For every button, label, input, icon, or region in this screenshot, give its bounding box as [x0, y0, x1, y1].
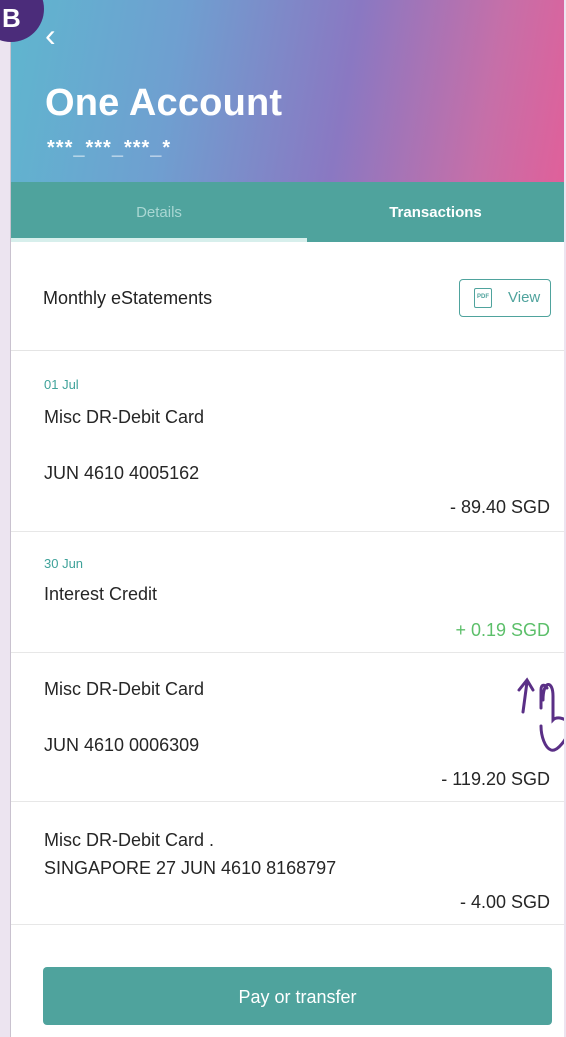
transaction-date: 30 Jun	[44, 556, 84, 571]
tab-bar: Details Transactions	[11, 182, 564, 242]
swipe-up-gesture-icon	[517, 677, 564, 752]
transaction-amount: - 119.20 SGD	[441, 769, 550, 789]
transaction-description: Misc DR-Debit Card .	[44, 830, 215, 850]
transaction-amount: + 0.19 SGD	[455, 620, 550, 640]
estatements-row: Monthly eStatements PDF View	[11, 242, 564, 351]
tab-details[interactable]: Details	[11, 182, 307, 242]
transaction-description: Misc DR-Debit Card	[44, 407, 205, 427]
account-header: ‹ One Account ***_***_***_*	[11, 0, 564, 182]
transaction-description: Interest Credit	[44, 584, 158, 604]
transaction-detail: JUN 4610 0006309	[44, 735, 200, 755]
transaction-detail: JUN 4610 4005162	[44, 463, 200, 483]
transaction-amount: - 4.00 SGD	[459, 892, 550, 912]
chevron-left-icon[interactable]: ‹	[45, 18, 75, 52]
transaction-detail: SINGAPORE 27 JUN 4610 8168797	[44, 858, 337, 878]
badge-letter: B	[2, 3, 21, 33]
pdf-icon: PDF	[474, 288, 492, 308]
page-title: One Account	[45, 82, 283, 124]
transaction-amount: - 89.40 SGD	[449, 497, 550, 517]
phone-screen: ‹ One Account ***_***_***_* Details Tran…	[10, 0, 564, 1037]
transaction-item[interactable]: 01 Jul Misc DR-Debit Card JUN 4610 40051…	[11, 351, 564, 532]
estatements-label: Monthly eStatements	[43, 288, 213, 308]
account-number: ***_***_***_*	[47, 137, 172, 159]
tab-transactions[interactable]: Transactions	[307, 182, 564, 242]
transaction-item[interactable]: 30 Jun Interest Credit + 0.19 SGD	[11, 532, 564, 653]
view-statement-button[interactable]: PDF View	[459, 279, 551, 317]
pay-or-transfer-button[interactable]: Pay or transfer	[43, 967, 552, 1025]
transaction-item[interactable]: Misc DR-Debit Card . SINGAPORE 27 JUN 46…	[11, 802, 564, 925]
transaction-date: 01 Jul	[44, 377, 79, 392]
transaction-item[interactable]: Misc DR-Debit Card JUN 4610 0006309 - 11…	[11, 653, 564, 802]
view-label: View	[508, 289, 541, 306]
transaction-description: Misc DR-Debit Card	[44, 679, 205, 699]
